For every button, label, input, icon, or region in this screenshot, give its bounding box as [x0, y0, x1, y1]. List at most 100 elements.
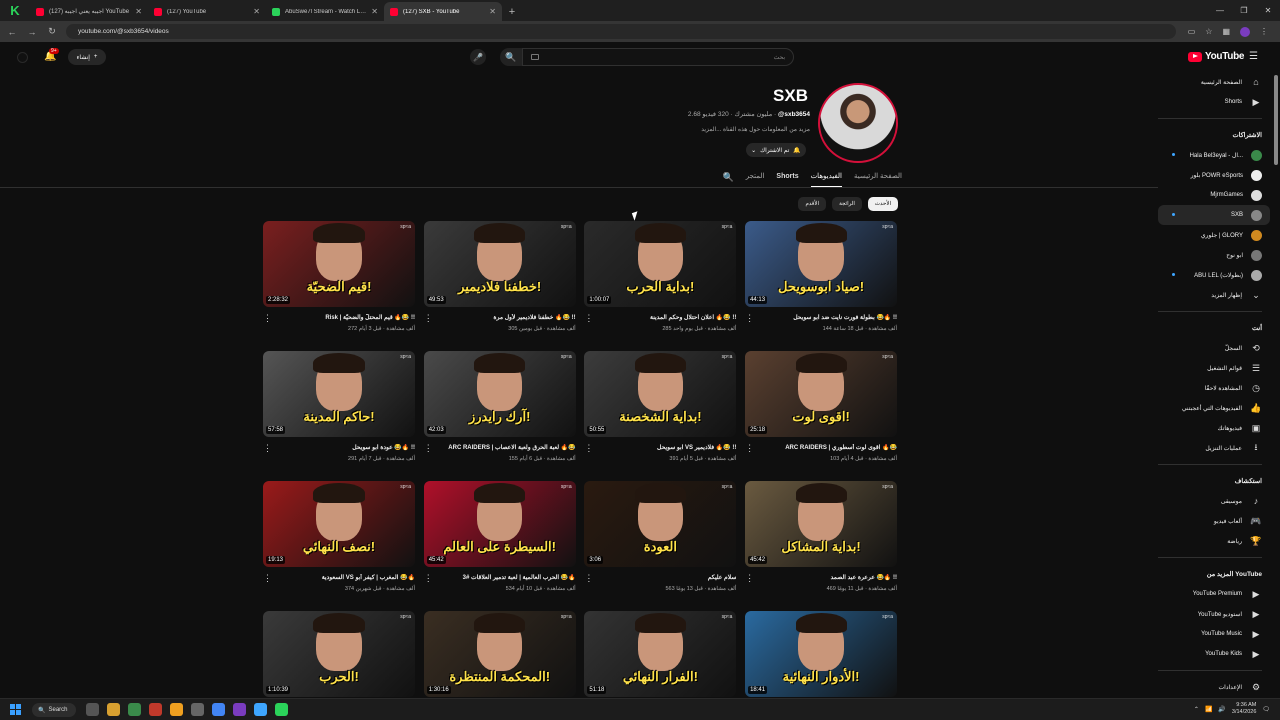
video-card[interactable]: sp≈a حاكم المدينة! 57:58 ⋮ عودة ابو سويحل 😂🔥… — [263, 351, 415, 479]
video-card[interactable]: sp≈a بداية الشخصنة! 50:55 ⋮ ابو سويحل VS فلا… — [584, 351, 737, 479]
more-actions-icon[interactable]: ⋮ — [424, 443, 433, 453]
more-actions-icon[interactable]: ⋮ — [745, 573, 754, 583]
media-player-icon[interactable] — [128, 703, 141, 716]
create-button[interactable]: إنشاء + — [68, 49, 106, 65]
video-title[interactable]: ابو سويحل VS فلاديمير 🔥😂 !! — [594, 444, 736, 451]
more-actions-icon[interactable]: ⋮ — [263, 573, 272, 583]
wifi-icon[interactable]: 📶 — [1205, 706, 1212, 713]
sidebar-item[interactable]: المشاهدة لاحقًا ◷ — [1158, 378, 1270, 398]
video-card[interactable]: sp≈a آرك رايدرز! 42:03 ⋮ ARC RAIDERS | لعبة … — [423, 351, 576, 479]
tab-shorts[interactable]: Shorts — [776, 168, 798, 188]
video-thumbnail[interactable]: sp≈a اقوى لوت! 25:18 — [745, 351, 898, 437]
extensions-icon[interactable]: ▦ — [1222, 27, 1230, 36]
account-avatar[interactable] — [17, 52, 28, 63]
sidebar-subscriptions-heading[interactable]: الاشتراكات — [1158, 125, 1270, 145]
volume-icon[interactable]: 🔊 — [1218, 706, 1225, 713]
sidebar-item[interactable]: YouTube Kids ▶ — [1158, 644, 1270, 664]
video-thumbnail[interactable]: sp≈a الأدوار النهائية! 18:41 — [745, 611, 898, 697]
sidebar-item[interactable]: عمليات التنزيل ⭳ — [1158, 438, 1270, 458]
maximize-icon[interactable]: ❐ — [1232, 0, 1256, 21]
sidebar-item[interactable]: رياضة 🏆 — [1158, 531, 1270, 551]
channel-description[interactable]: مزيد من المعلومات حول هذه القناة ...المز… — [620, 126, 810, 133]
video-thumbnail[interactable]: sp≈a آرك رايدرز! 42:03 — [423, 351, 576, 437]
youtube-logo[interactable]: YouTube — [1188, 51, 1245, 62]
sidebar-item[interactable]: السجلّ ⟲ — [1158, 338, 1270, 358]
video-title[interactable]: ARC RAIDERS | لعبة الحرق ولعبة الاعصاب 🔥… — [434, 444, 575, 451]
video-title[interactable]: سلام عليكم — [594, 574, 737, 581]
close-icon[interactable]: ✕ — [253, 7, 260, 16]
browser-tab-1[interactable]: اجيبه يعني اجيبه (127) YouTube ✕ — [30, 2, 148, 21]
close-icon[interactable]: ✕ — [489, 7, 496, 16]
notifications-icon[interactable]: 🗨 — [1262, 706, 1270, 713]
video-card[interactable]: sp≈a بداية الحرب! 1:00:07 ⋮ اعلان احتلال وحك… — [584, 221, 737, 349]
url-field[interactable]: youtube.com/@sxb3654/videos — [66, 24, 1176, 39]
sidebar-item[interactable]: الصفحة الرئيسية ⌂ — [1158, 72, 1270, 92]
app-icon[interactable] — [233, 703, 246, 716]
video-title[interactable]: اعلان احتلال وحكم المدينة 🔥😂 !! — [594, 314, 736, 321]
k-app-icon[interactable]: K — [0, 0, 30, 21]
cast-icon[interactable]: ▭ — [1188, 27, 1196, 36]
sidebar-item[interactable]: Shorts ▶ — [1158, 92, 1270, 112]
profile-avatar[interactable] — [1240, 26, 1250, 37]
video-card[interactable]: sp≈a قيم الضحيّة! 2:28:32 ⋮ Risk | قيم المحت… — [263, 221, 415, 349]
video-thumbnail[interactable]: sp≈a نصف النهائي! 19:13 — [263, 481, 415, 567]
video-title[interactable]: Risk | قيم المحتلّ والضحيّة 🔥😂 !! — [273, 314, 415, 321]
back-icon[interactable]: ← — [6, 27, 18, 37]
sidebar-item[interactable]: ABU LEL (بطولات) — [1158, 265, 1270, 285]
tab-videos[interactable]: الفيديوهات — [810, 168, 842, 188]
more-actions-icon[interactable]: ⋮ — [745, 313, 754, 323]
browser-tab-3[interactable]: AbuSwe7l Stream - Watch Live ✕ — [266, 2, 384, 21]
file-explorer-icon[interactable] — [107, 703, 120, 716]
search-input[interactable]: بحث — [522, 48, 794, 66]
video-title[interactable]: بطولة فورت نايت ضد ابو سويحل 😂🔥 !! — [755, 314, 897, 321]
more-actions-icon[interactable]: ⋮ — [263, 443, 272, 453]
windows-start-icon[interactable] — [10, 704, 21, 715]
sidebar-item[interactable]: ابو نوح — [1158, 245, 1270, 265]
video-title[interactable]: 3# الحرب العالمية | لعبة تدمير العلاقات … — [434, 574, 576, 581]
settings-icon[interactable] — [191, 703, 204, 716]
chrome-icon[interactable] — [212, 703, 225, 716]
more-actions-icon[interactable]: ⋮ — [424, 573, 433, 583]
sidebar-item[interactable]: YouTube Premium ▶ — [1158, 584, 1270, 604]
video-card[interactable]: sp≈a بداية المشاكل! 45:42 ⋮ عرعرة عبد الصمد … — [745, 481, 898, 609]
video-card[interactable]: sp≈a السيطرة على العالم! 45:42 ⋮ 3# الحرب ال… — [423, 481, 576, 609]
more-actions-icon[interactable]: ⋮ — [584, 313, 593, 323]
video-thumbnail[interactable]: sp≈a بداية الشخصنة! 50:55 — [584, 351, 737, 437]
sidebar-item[interactable]: قوائم التشغيل ☰ — [1158, 358, 1270, 378]
sidebar-item[interactable]: جلوري | GLORY — [1158, 225, 1270, 245]
sidebar-item[interactable]: إظهار المزيد ⌄ — [1158, 285, 1270, 305]
subscribed-button[interactable]: ⌄ تم الاشتراك 🔔 — [746, 143, 806, 157]
chip-popular[interactable]: الرائجة — [832, 197, 862, 211]
sidebar-you-heading[interactable]: أنت — [1158, 318, 1270, 338]
close-window-icon[interactable]: ✕ — [1256, 0, 1280, 21]
video-thumbnail[interactable]: sp≈a صياد ابوسويحل! 44:13 — [745, 221, 898, 307]
app-icon[interactable] — [254, 703, 267, 716]
more-actions-icon[interactable]: ⋮ — [584, 443, 593, 453]
chevron-up-icon[interactable]: ⌃ — [1194, 706, 1199, 713]
search-button[interactable]: 🔍 — [500, 48, 522, 66]
keyboard-icon[interactable] — [531, 54, 539, 60]
video-title[interactable]: ARC RAIDERS | اقوى لوت أسطوري 🔥😂 — [755, 444, 897, 451]
video-title[interactable]: عرعرة عبد الصمد 😂🔥 !! — [755, 574, 897, 581]
sidebar-explore-heading[interactable]: استكشاف — [1158, 471, 1270, 491]
menu-dots-icon[interactable]: ⋮ — [1260, 27, 1268, 36]
more-actions-icon[interactable]: ⋮ — [424, 313, 433, 323]
clock[interactable]: 9:36 AM 3/14/2026 — [1232, 702, 1256, 716]
browser-tab-2[interactable]: (127) YouTube ✕ — [148, 2, 266, 21]
bookmark-star-icon[interactable]: ☆ — [1205, 27, 1212, 36]
video-thumbnail[interactable]: sp≈a خطفنا فلاديمير! 49:53 — [423, 221, 576, 307]
video-title[interactable]: خطفنا فلاديمير لأول مرة 🔥😂 !! — [434, 314, 575, 321]
sidebar-item[interactable]: الإعدادات ⚙ — [1158, 677, 1270, 697]
close-icon[interactable]: ✕ — [135, 7, 142, 16]
video-title[interactable]: عودة ابو سويحل 😂🔥 !! — [273, 444, 415, 451]
video-thumbnail[interactable]: sp≈a السيطرة على العالم! 45:42 — [423, 481, 576, 567]
task-view-icon[interactable] — [86, 703, 99, 716]
more-actions-icon[interactable]: ⋮ — [263, 313, 272, 323]
sidebar-item[interactable]: YouTube استوديو ▶ — [1158, 604, 1270, 624]
sidebar-item[interactable]: الفيديوهات التي أعجبتني 👍 — [1158, 398, 1270, 418]
video-card[interactable]: sp≈a خطفنا فلاديمير! 49:53 ⋮ خطفنا فلاديمير … — [423, 221, 576, 349]
sidebar-item[interactable]: ألعاب فيديو 🎮 — [1158, 511, 1270, 531]
sidebar-item[interactable]: بلور POWR eSports — [1158, 165, 1270, 185]
sidebar-item[interactable]: موسيقى ♪ — [1158, 491, 1270, 511]
kick-app-icon[interactable] — [275, 703, 288, 716]
